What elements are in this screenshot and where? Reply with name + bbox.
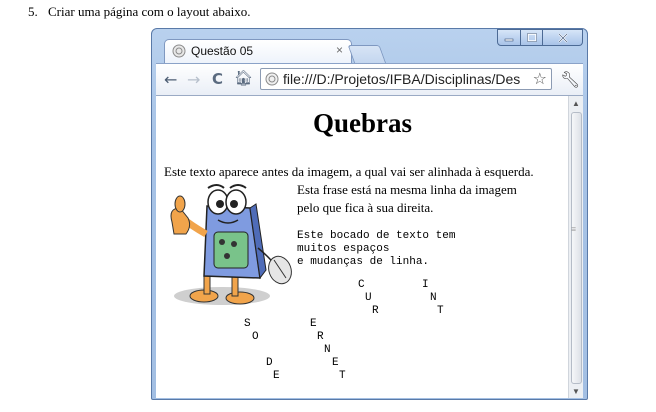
- pre-line-2: muitos espaços: [297, 243, 390, 255]
- pre-line-3: e mudanças de linha.: [297, 256, 430, 268]
- scroll-up-arrow-icon[interactable]: ▲: [569, 96, 583, 110]
- scroll-down-arrow-icon[interactable]: ▼: [569, 384, 583, 398]
- url-text: file:///D:/Projetos/IFBA/Disciplinas/Des: [283, 71, 521, 87]
- scatter-letter: I: [422, 279, 429, 291]
- close-window-button[interactable]: [543, 29, 583, 46]
- scatter-letter: E: [332, 357, 339, 369]
- scrollbar-thumb[interactable]: [571, 112, 582, 384]
- scatter-letter: E: [273, 370, 280, 382]
- address-bar[interactable]: file:///D:/Projetos/IFBA/Disciplinas/Des…: [260, 68, 552, 90]
- side-paragraph: Esta frase está na mesma linha da imagem…: [297, 181, 517, 217]
- page-icon: [265, 72, 279, 86]
- scatter-letter: N: [430, 292, 437, 304]
- scatter-letter: T: [437, 305, 444, 317]
- vertical-scrollbar[interactable]: ▲ ≡ ▼: [568, 96, 583, 398]
- reload-icon[interactable]: C: [212, 70, 223, 88]
- tab-questao-05[interactable]: Questão 05 ×: [164, 39, 352, 63]
- page-heading: Quebras: [312, 108, 412, 138]
- home-icon[interactable]: 🏠︎: [234, 69, 253, 87]
- scatter-letter: S: [244, 318, 251, 330]
- side-line-2: pelo que fica à sua direita.: [297, 200, 434, 215]
- scatter-letter: N: [324, 344, 331, 356]
- mascot-image: [170, 184, 292, 305]
- page-favicon-icon: [172, 44, 186, 58]
- browser-toolbar: ← → C 🏠︎ file:///D:/Projetos/IFBA/Discip…: [156, 63, 583, 96]
- scatter-letter: O: [252, 331, 259, 343]
- page-content: Quebras Este texto aparece antes da imag…: [156, 96, 569, 398]
- scatter-letter: C: [358, 279, 365, 291]
- star-icon[interactable]: ☆: [533, 69, 547, 89]
- tab-close-icon[interactable]: ×: [336, 43, 343, 57]
- back-arrow-icon[interactable]: ←: [164, 70, 177, 89]
- scatter-letter: T: [339, 370, 346, 382]
- window-controls: [497, 29, 583, 47]
- tab-title: Questão 05: [191, 44, 254, 58]
- maximize-icon: [526, 32, 537, 42]
- new-tab-button[interactable]: [347, 45, 387, 64]
- forward-arrow-icon[interactable]: →: [187, 70, 200, 89]
- page-viewport: Quebras Este texto aparece antes da imag…: [156, 95, 583, 398]
- pre-line-1: Este bocado de texto tem: [297, 230, 456, 242]
- preformatted-text: Este bocado de texto tem muitos espaços e …: [297, 230, 455, 269]
- browser-window: Questão 05 × ← → C 🏠︎ file:///D:/Projeto…: [151, 28, 588, 400]
- side-line-1: Esta frase está na mesma linha da imagem: [297, 182, 517, 197]
- question-line: 5. Criar uma página com o layout abaixo.: [28, 4, 251, 20]
- scatter-letter: R: [317, 331, 324, 343]
- minimize-icon: [504, 38, 514, 41]
- close-icon: [557, 32, 568, 43]
- maximize-button[interactable]: [521, 29, 543, 46]
- wrench-icon[interactable]: 🔧︎: [560, 70, 580, 90]
- scatter-letter: R: [372, 305, 379, 317]
- scrollbar-grip-icon: ≡: [571, 224, 577, 234]
- scatter-letter: E: [310, 318, 317, 330]
- minimize-button[interactable]: [497, 29, 521, 46]
- question-number: 5.: [28, 4, 38, 19]
- scatter-letter: U: [365, 292, 372, 304]
- question-text: Criar uma página com o layout abaixo.: [48, 4, 251, 19]
- scatter-letter: D: [266, 357, 273, 369]
